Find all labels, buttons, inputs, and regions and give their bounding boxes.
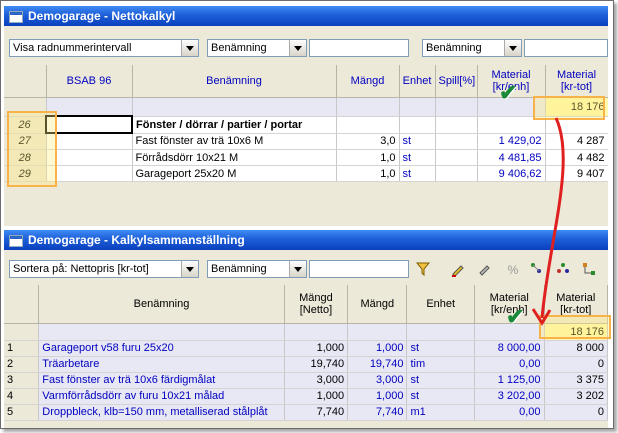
arrow-icon xyxy=(531,117,565,326)
screenshot-frame: Demogarage - Nettokalkyl Visa radnummeri… xyxy=(0,0,614,429)
